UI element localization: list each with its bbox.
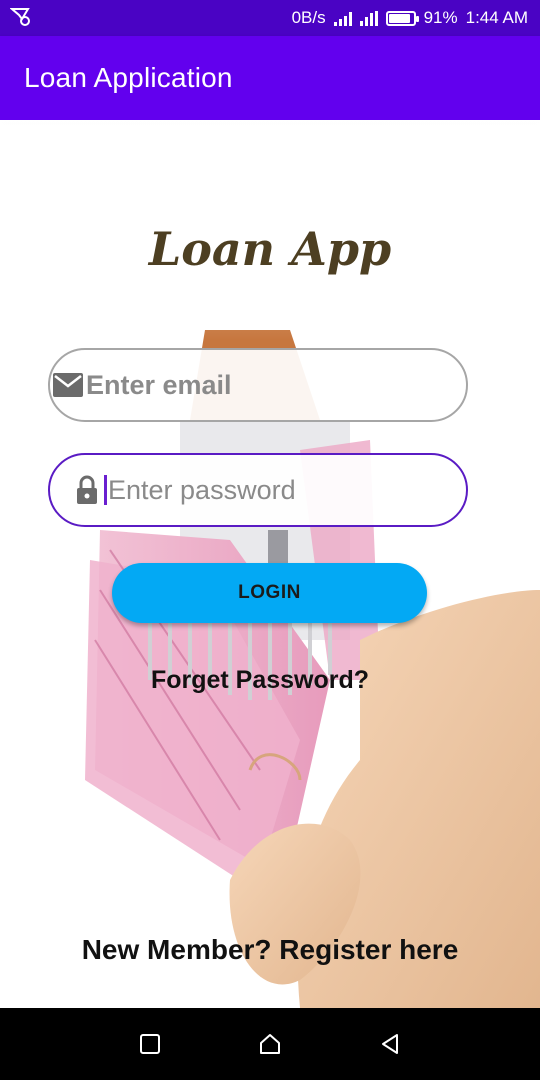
status-bar: 0B/s 91% 1:44 AM bbox=[0, 0, 540, 36]
app-bar-title: Loan Application bbox=[24, 62, 233, 93]
signal-icon bbox=[333, 10, 352, 26]
envelope-icon bbox=[50, 372, 86, 398]
lock-icon bbox=[72, 475, 102, 505]
forgot-password-link[interactable]: Forget Password? bbox=[0, 666, 520, 695]
register-link[interactable]: New Member? Register here bbox=[0, 934, 540, 966]
navigation-bar bbox=[0, 1008, 540, 1080]
status-time: 1:44 AM bbox=[465, 8, 528, 27]
back-icon bbox=[382, 1034, 398, 1054]
password-input[interactable] bbox=[108, 470, 428, 510]
recents-button[interactable] bbox=[130, 1024, 170, 1064]
email-field[interactable] bbox=[48, 348, 468, 422]
battery-percent: 91% bbox=[423, 8, 458, 27]
app-bar: Loan Application bbox=[0, 36, 540, 120]
battery-icon bbox=[385, 10, 419, 26]
login-button[interactable]: LOGIN bbox=[112, 563, 427, 623]
recents-icon bbox=[140, 1034, 160, 1054]
password-field[interactable] bbox=[48, 453, 468, 527]
notification-icon bbox=[9, 5, 32, 32]
network-speed: 0B/s bbox=[291, 8, 326, 27]
status-right: 0B/s 91% 1:44 AM bbox=[292, 8, 528, 28]
signal-icon-2 bbox=[359, 10, 378, 26]
app-logo-title: Loan App bbox=[148, 222, 392, 276]
home-button[interactable] bbox=[250, 1024, 290, 1064]
back-button[interactable] bbox=[370, 1024, 410, 1064]
home-icon bbox=[260, 1034, 280, 1054]
status-left bbox=[9, 5, 32, 32]
email-input[interactable] bbox=[86, 365, 406, 405]
text-cursor bbox=[104, 475, 107, 505]
